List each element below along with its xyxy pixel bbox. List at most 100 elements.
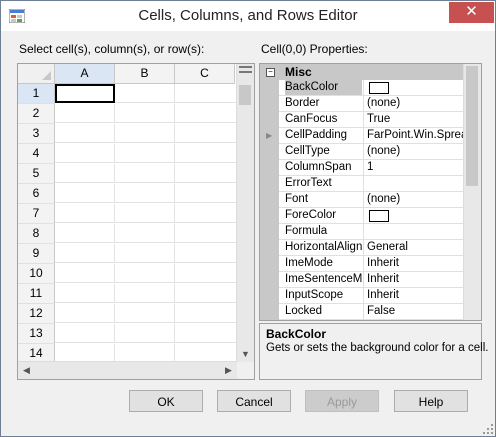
property-row[interactable]: CanFocus True [279, 112, 464, 128]
property-divider[interactable] [363, 304, 364, 320]
grid-cell[interactable] [55, 324, 115, 343]
property-row[interactable]: CellPadding FarPoint.Win.Spread [279, 128, 464, 144]
property-divider[interactable] [363, 96, 364, 112]
help-button[interactable]: Help [394, 390, 468, 412]
property-divider[interactable] [363, 144, 364, 160]
close-button[interactable]: ✕ [449, 2, 494, 23]
row-header[interactable]: 1 [18, 84, 55, 104]
grid-cell[interactable] [55, 184, 115, 203]
row-header[interactable]: 12 [18, 304, 55, 324]
grid-cell[interactable] [115, 324, 175, 343]
property-divider[interactable] [363, 208, 364, 224]
select-all-corner[interactable] [18, 64, 55, 84]
property-value[interactable]: (none) [367, 96, 463, 111]
property-value[interactable] [367, 224, 463, 239]
property-row[interactable]: ColumnSpan 1 [279, 160, 464, 176]
grid-cell[interactable] [55, 304, 115, 323]
row-header[interactable]: 6 [18, 184, 55, 204]
property-value[interactable]: 1 [367, 160, 463, 175]
collapse-category-icon[interactable]: − [266, 68, 275, 77]
property-grid[interactable]: − Misc BackColor Border (none) CanFocus True… [259, 63, 482, 321]
column-header-b[interactable]: B [115, 64, 175, 84]
property-value[interactable] [367, 80, 463, 95]
cancel-button[interactable]: Cancel [217, 390, 291, 412]
grid-cell[interactable] [175, 204, 237, 223]
column-header-a[interactable]: A [55, 64, 115, 84]
property-divider[interactable] [363, 288, 364, 304]
row-header[interactable]: 7 [18, 204, 55, 224]
row-header[interactable]: 10 [18, 264, 55, 284]
horizontal-scrollbar[interactable]: ◀ ▶ [18, 361, 237, 379]
property-value[interactable]: (none) [367, 144, 463, 159]
grid-cell[interactable] [175, 304, 237, 323]
grid-cell[interactable] [115, 104, 175, 123]
grid-cell[interactable] [175, 324, 237, 343]
grid-cell[interactable] [115, 264, 175, 283]
grid-cell[interactable] [55, 264, 115, 283]
row-header[interactable]: 2 [18, 104, 55, 124]
vertical-scrollbar[interactable]: ▼ [236, 64, 254, 363]
row-header[interactable]: 4 [18, 144, 55, 164]
grid-cell[interactable] [55, 284, 115, 303]
grid-cell[interactable] [175, 184, 237, 203]
grid-cell[interactable] [175, 264, 237, 283]
grid-cell[interactable] [55, 144, 115, 163]
grid-cell[interactable] [115, 244, 175, 263]
property-divider[interactable] [363, 80, 364, 96]
resize-grip-icon[interactable] [483, 424, 493, 434]
ok-button[interactable]: OK [129, 390, 203, 412]
property-row[interactable]: ErrorText [279, 176, 464, 192]
apply-button[interactable]: Apply [305, 390, 379, 412]
property-divider[interactable] [363, 192, 364, 208]
property-divider[interactable] [363, 112, 364, 128]
grid-cell[interactable] [175, 284, 237, 303]
property-value[interactable]: Inherit [367, 272, 463, 287]
property-scroll-thumb[interactable] [466, 66, 478, 186]
property-row[interactable]: InputScope Inherit [279, 288, 464, 304]
property-row[interactable]: Formula [279, 224, 464, 240]
row-header[interactable]: 11 [18, 284, 55, 304]
property-row[interactable]: ImeSentenceMo Inherit [279, 272, 464, 288]
grid-cell[interactable] [55, 204, 115, 223]
scroll-right-icon[interactable]: ▶ [220, 362, 237, 379]
row-header[interactable]: 3 [18, 124, 55, 144]
property-divider[interactable] [363, 240, 364, 256]
grid-cell[interactable] [175, 244, 237, 263]
grid-cell[interactable] [55, 104, 115, 123]
property-divider[interactable] [363, 256, 364, 272]
grid-cell[interactable] [175, 84, 237, 103]
grid-cell[interactable] [55, 124, 115, 143]
grid-cell[interactable] [175, 144, 237, 163]
grid-cell[interactable] [55, 224, 115, 243]
property-value[interactable]: (none) [367, 192, 463, 207]
property-row[interactable]: ForeColor [279, 208, 464, 224]
property-value[interactable] [367, 208, 463, 223]
expand-arrow-icon[interactable]: ▶ [266, 131, 272, 140]
property-value[interactable] [367, 176, 463, 191]
category-misc[interactable]: Misc [279, 64, 464, 80]
property-value[interactable]: General [367, 240, 463, 255]
property-divider[interactable] [363, 128, 364, 144]
scroll-down-icon[interactable]: ▼ [237, 346, 254, 363]
property-row[interactable]: HorizontalAlignm General [279, 240, 464, 256]
property-grid-scrollbar[interactable] [463, 64, 481, 320]
spreadsheet[interactable]: A B C 1 2 3 4 5 6 7 8 9 10 11 12 13 14 ▼ ◀ ▶ [17, 63, 255, 380]
grid-cell[interactable] [115, 304, 175, 323]
grid-cell[interactable] [115, 84, 175, 103]
row-header[interactable]: 8 [18, 224, 55, 244]
row-header[interactable]: 5 [18, 164, 55, 184]
grid-cell[interactable] [115, 144, 175, 163]
row-header[interactable]: 9 [18, 244, 55, 264]
property-row[interactable]: Font (none) [279, 192, 464, 208]
property-row[interactable]: BackColor [279, 80, 464, 96]
property-row[interactable]: ImeMode Inherit [279, 256, 464, 272]
property-value[interactable]: Inherit [367, 256, 463, 271]
grid-cell[interactable] [115, 124, 175, 143]
property-row[interactable]: CellType (none) [279, 144, 464, 160]
scroll-left-icon[interactable]: ◀ [18, 362, 35, 379]
grid-cell[interactable] [55, 244, 115, 263]
property-value[interactable]: FarPoint.Win.Spread [367, 128, 463, 143]
active-cell[interactable] [55, 84, 115, 103]
grid-cell[interactable] [115, 164, 175, 183]
grid-cell[interactable] [115, 284, 175, 303]
